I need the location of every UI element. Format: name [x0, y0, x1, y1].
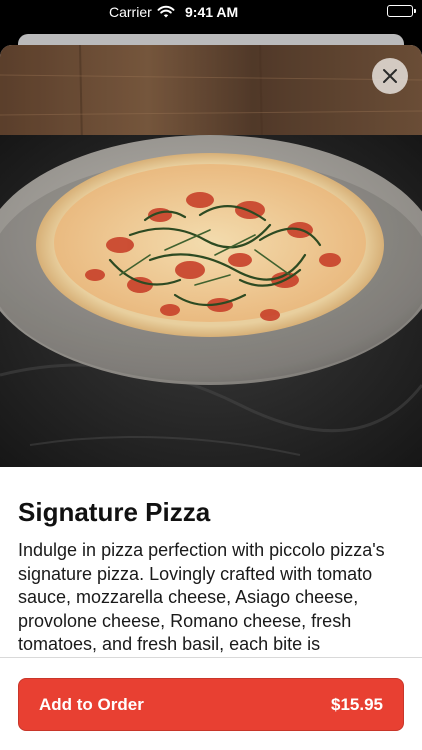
item-description: Indulge in pizza perfection with piccolo… — [18, 540, 385, 654]
item-title: Signature Pizza — [18, 497, 211, 527]
pizza-photo — [0, 45, 422, 467]
close-button[interactable] — [372, 58, 408, 94]
wifi-icon — [157, 5, 175, 19]
bottom-action-bar: Add to Order $15.95 — [0, 657, 422, 750]
carrier-label: Carrier — [109, 4, 152, 20]
clock-time: 9:41 AM — [185, 4, 239, 20]
add-to-order-button[interactable]: Add to Order $15.95 — [18, 678, 404, 731]
battery-icon — [387, 5, 416, 17]
status-bar: Carrier 9:41 AM — [0, 0, 422, 24]
close-icon — [382, 68, 398, 84]
add-to-order-label: Add to Order — [39, 694, 144, 714]
item-price: $15.95 — [331, 694, 383, 714]
item-detail-sheet: Signature Pizza Indulge in pizza perfect… — [0, 45, 422, 750]
item-details: Signature Pizza Indulge in pizza perfect… — [18, 495, 404, 656]
